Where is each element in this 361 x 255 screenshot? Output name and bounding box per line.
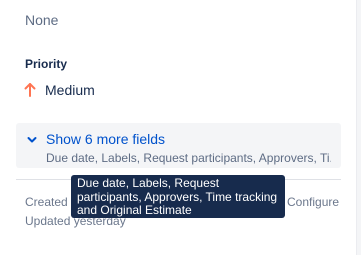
more-fields-tooltip: Due date, Labels, Request participants, … — [71, 175, 285, 218]
issue-details-sidebar: None Priority Medium Show 6 more fields … — [0, 0, 361, 255]
show-more-fields-button[interactable]: Show 6 more fields Due date, Labels, Req… — [16, 123, 341, 168]
show-more-fields-title: Show 6 more fields — [46, 131, 166, 147]
more-fields-summary: Due date, Labels, Request participants, … — [46, 151, 331, 165]
configure-link[interactable]: Configure — [287, 195, 339, 209]
arrow-up-icon — [23, 82, 37, 98]
priority-field-label: Priority — [25, 57, 68, 71]
labels-field-value: None — [25, 12, 59, 28]
labels-field-label — [25, 0, 28, 6]
chevron-down-icon — [26, 133, 38, 151]
priority-value-text: Medium — [45, 82, 95, 98]
scrollbar-track[interactable] — [356, 0, 361, 255]
created-timestamp: Created 1 — [25, 195, 78, 209]
priority-field-value[interactable]: Medium — [23, 80, 95, 100]
